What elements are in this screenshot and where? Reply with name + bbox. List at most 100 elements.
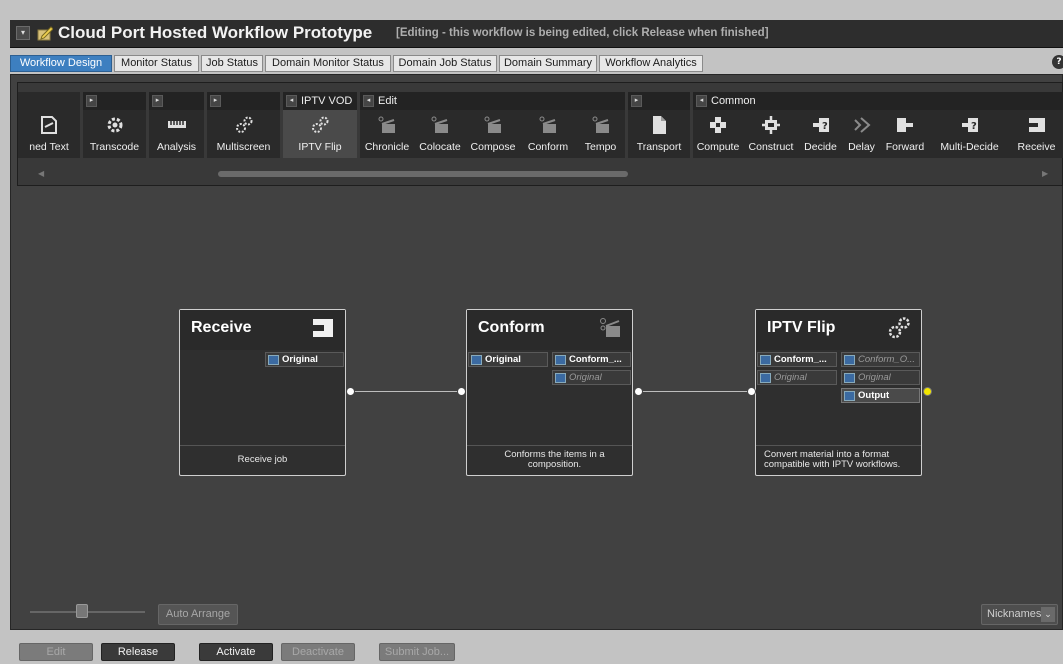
- node-title: Receive: [191, 319, 252, 336]
- edit-button[interactable]: Edit: [19, 643, 93, 661]
- connection-wire[interactable]: [638, 391, 752, 392]
- release-button[interactable]: Release: [101, 643, 175, 661]
- palette-tool-multiscreen[interactable]: Multiscreen: [207, 110, 280, 158]
- node-title: IPTV Flip: [767, 319, 836, 336]
- palette-group: ▸ Analysis: [149, 92, 204, 158]
- collapse-arrow-icon[interactable]: ◂: [696, 95, 707, 107]
- palette-group-header[interactable]: ◂ IPTV VOD: [283, 92, 357, 110]
- node-output-port[interactable]: Original: [552, 370, 631, 385]
- clapper-icon: [378, 116, 395, 133]
- document-icon: [653, 116, 666, 134]
- clapper-icon: [592, 116, 609, 133]
- clapper-icon: [431, 116, 448, 133]
- svg-text:?: ?: [971, 121, 977, 132]
- palette-tool-transcode[interactable]: Transcode: [83, 110, 146, 158]
- node-output-port[interactable]: Original: [265, 352, 344, 367]
- application-window: ▾ Cloud Port Hosted Workflow Prototype […: [0, 0, 1063, 664]
- node-output-port[interactable]: Conform_...: [552, 352, 631, 367]
- tab-bar: Workflow Design Monitor Status Job Statu…: [10, 53, 1063, 73]
- port-icon: [760, 355, 771, 365]
- compute-icon: [710, 117, 726, 133]
- tab-domain-job-status[interactable]: Domain Job Status: [393, 55, 497, 72]
- output-connector-handle[interactable]: [923, 387, 932, 396]
- palette-tool-construct[interactable]: Construct: [743, 110, 799, 158]
- clapper-icon: [539, 116, 556, 133]
- connector-handle[interactable]: [457, 387, 466, 396]
- palette-tool-multi-decide[interactable]: ? Multi-Decide: [929, 110, 1010, 158]
- tab-workflow-design[interactable]: Workflow Design: [10, 55, 112, 72]
- tab-job-status[interactable]: Job Status: [201, 55, 263, 72]
- palette-tool-iptv-flip[interactable]: IPTV Flip: [283, 110, 357, 158]
- workflow-node-conform[interactable]: Conform Original Conform_... Original Co…: [466, 309, 633, 476]
- palette-tool-compose[interactable]: Compose: [466, 110, 520, 158]
- palette-group-header[interactable]: ◂ Edit: [360, 92, 625, 110]
- node-output-port[interactable]: Original: [841, 370, 920, 385]
- connector-handle[interactable]: [634, 387, 643, 396]
- tab-monitor-status[interactable]: Monitor Status: [114, 55, 199, 72]
- node-output-port[interactable]: Conform_O...: [841, 352, 920, 367]
- palette-tool-transport[interactable]: Transport: [628, 110, 690, 158]
- collapse-arrow-icon[interactable]: ◂: [363, 95, 374, 107]
- palette-tool-receive[interactable]: Receive: [1010, 110, 1063, 158]
- deactivate-button[interactable]: Deactivate: [281, 643, 355, 661]
- palette-tool-delay[interactable]: Delay: [842, 110, 881, 158]
- palette-group: ▸ Multiscreen: [207, 92, 280, 158]
- construct-icon: [762, 116, 780, 134]
- palette-tool-chronicle[interactable]: Chronicle: [360, 110, 414, 158]
- palette-group: ned Text: [18, 92, 80, 158]
- connector-handle[interactable]: [346, 387, 355, 396]
- tab-domain-summary[interactable]: Domain Summary: [499, 55, 597, 72]
- port-icon: [555, 373, 566, 383]
- palette-tool-analysis[interactable]: Analysis: [149, 110, 204, 158]
- scroll-right-icon[interactable]: ▶: [1042, 169, 1048, 178]
- scroll-left-icon[interactable]: ◀: [38, 169, 44, 178]
- zoom-slider-thumb[interactable]: [76, 604, 89, 618]
- receive-icon: [1028, 118, 1045, 132]
- tab-workflow-analytics[interactable]: Workflow Analytics: [599, 55, 703, 72]
- clapper-icon: [600, 318, 620, 337]
- collapse-toggle-icon[interactable]: ▾: [16, 26, 30, 40]
- port-icon: [268, 355, 279, 365]
- workflow-node-receive[interactable]: Receive Original Receive job: [179, 309, 346, 476]
- connector-handle[interactable]: [747, 387, 756, 396]
- palette-tool-tempo[interactable]: Tempo: [576, 110, 625, 158]
- palette-tool-compute[interactable]: Compute: [693, 110, 743, 158]
- clapper-icon: [484, 116, 501, 133]
- node-description: Convert material into a format compatibl…: [756, 445, 921, 475]
- port-icon: [844, 373, 855, 383]
- palette-scrollbar-thumb[interactable]: [218, 171, 628, 177]
- palette-group: ▸ Transport: [628, 92, 690, 158]
- palette-tool-conform[interactable]: Conform: [520, 110, 576, 158]
- port-icon: [760, 373, 771, 383]
- expand-arrow-icon[interactable]: ▸: [152, 95, 163, 107]
- palette-group: ▸ Transcode: [83, 92, 146, 158]
- expand-arrow-icon[interactable]: ▸: [210, 95, 221, 107]
- tab-domain-monitor-status[interactable]: Domain Monitor Status: [265, 55, 391, 72]
- port-icon: [555, 355, 566, 365]
- palette-group-header[interactable]: ◂ Common: [693, 92, 1063, 110]
- help-icon[interactable]: ?: [1052, 55, 1063, 69]
- auto-arrange-button[interactable]: Auto Arrange: [158, 604, 238, 625]
- chevron-down-icon[interactable]: ⌄: [1041, 607, 1055, 622]
- palette-tool-colocate[interactable]: Colocate: [414, 110, 466, 158]
- expand-arrow-icon[interactable]: ▸: [631, 95, 642, 107]
- expand-arrow-icon[interactable]: ▸: [86, 95, 97, 107]
- activate-button[interactable]: Activate: [199, 643, 273, 661]
- submit-job-button[interactable]: Submit Job...: [379, 643, 455, 661]
- node-input-port[interactable]: Original: [468, 352, 548, 367]
- node-input-port[interactable]: Original: [757, 370, 837, 385]
- port-icon: [471, 355, 482, 365]
- gears-icon: [312, 116, 329, 133]
- collapse-arrow-icon[interactable]: ◂: [286, 95, 297, 107]
- nicknames-dropdown[interactable]: Nicknames ⌄: [981, 604, 1058, 625]
- edit-pencil-icon: [37, 26, 53, 41]
- palette-tool-forward[interactable]: Forward: [881, 110, 929, 158]
- palette-tool-decide[interactable]: ? Decide: [799, 110, 842, 158]
- receive-icon: [313, 319, 333, 337]
- node-output-port-active[interactable]: Output: [841, 388, 920, 403]
- node-input-port[interactable]: Conform_...: [757, 352, 837, 367]
- connection-wire[interactable]: [351, 391, 461, 392]
- workflow-node-iptv-flip[interactable]: IPTV Flip Conform_... Original Conform_O…: [755, 309, 922, 476]
- file-text-icon: [41, 116, 57, 134]
- palette-tool-ned-text[interactable]: ned Text: [18, 110, 80, 158]
